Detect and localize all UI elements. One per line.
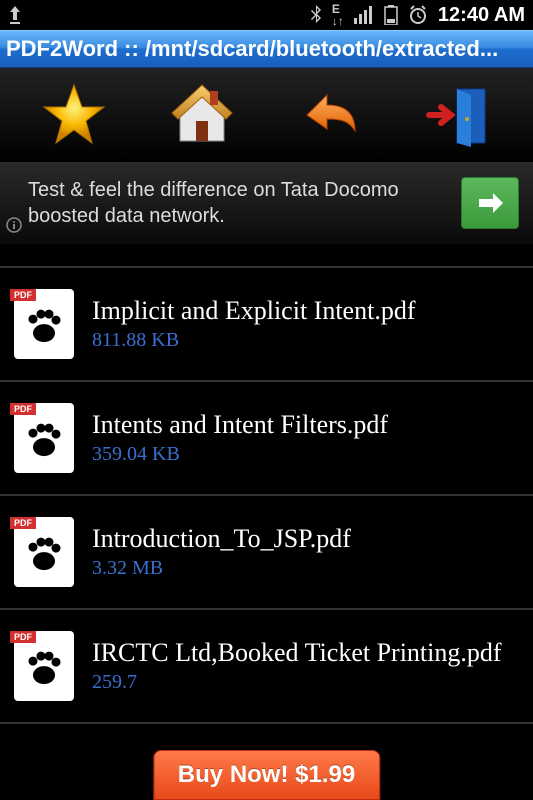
file-name: Introduction_To_JSP.pdf [92,524,519,554]
pdf-badge: PDF [10,517,36,529]
battery-icon [384,5,398,25]
paw-icon [23,647,65,689]
pdf-thumbnail: PDF [14,289,74,359]
exit-door-icon [423,79,495,151]
pdf-thumbnail: PDF [14,403,74,473]
toolbar [0,68,533,162]
alarm-icon [408,5,428,25]
home-button[interactable] [162,75,242,155]
ad-banner[interactable]: Test & feel the difference on Tata Docom… [0,162,533,244]
list-item[interactable] [0,244,533,268]
arrow-right-icon [475,191,505,215]
paw-icon [23,419,65,461]
back-button[interactable] [291,75,371,155]
file-name: Intents and Intent Filters.pdf [92,410,519,440]
pdf-badge: PDF [10,631,36,643]
file-list: PDF Implicit and Explicit Intent.pdf 811… [0,244,533,724]
file-size: 259.7 [92,671,519,694]
file-size: 811.88 KB [92,329,519,352]
upload-icon [8,6,22,24]
pdf-badge: PDF [10,289,36,301]
pdf-thumbnail: PDF [14,631,74,701]
signal-icon [354,6,374,24]
file-size: 359.04 KB [92,443,519,466]
home-icon [166,79,238,151]
info-icon [6,217,22,238]
file-size: 3.32 MB [92,557,519,580]
paw-icon [23,533,65,575]
list-item[interactable]: PDF IRCTC Ltd,Booked Ticket Printing.pdf… [0,610,533,724]
file-name: Implicit and Explicit Intent.pdf [92,296,519,326]
ad-go-button[interactable] [461,177,519,229]
pdf-badge: PDF [10,403,36,415]
star-icon [40,81,108,149]
status-bar: E↓↑ 12:40 AM [0,0,533,30]
title-bar: PDF2Word :: /mnt/sdcard/bluetooth/extrac… [0,30,533,68]
pdf-thumbnail: PDF [14,517,74,587]
buy-now-button[interactable]: Buy Now! $1.99 [153,750,380,800]
file-name: IRCTC Ltd,Booked Ticket Printing.pdf [92,638,519,668]
list-item[interactable]: PDF Implicit and Explicit Intent.pdf 811… [0,268,533,382]
bluetooth-icon [310,5,322,25]
list-item[interactable]: PDF Intents and Intent Filters.pdf 359.0… [0,382,533,496]
exit-button[interactable] [419,75,499,155]
paw-icon [23,305,65,347]
ad-text: Test & feel the difference on Tata Docom… [28,177,461,229]
back-arrow-icon [297,81,365,149]
data-edge-icon: E↓↑ [332,3,344,27]
list-item[interactable]: PDF Introduction_To_JSP.pdf 3.32 MB [0,496,533,610]
clock-time: 12:40 AM [438,4,525,27]
app-title: PDF2Word :: /mnt/sdcard/bluetooth/extrac… [6,36,498,62]
favorite-button[interactable] [34,75,114,155]
